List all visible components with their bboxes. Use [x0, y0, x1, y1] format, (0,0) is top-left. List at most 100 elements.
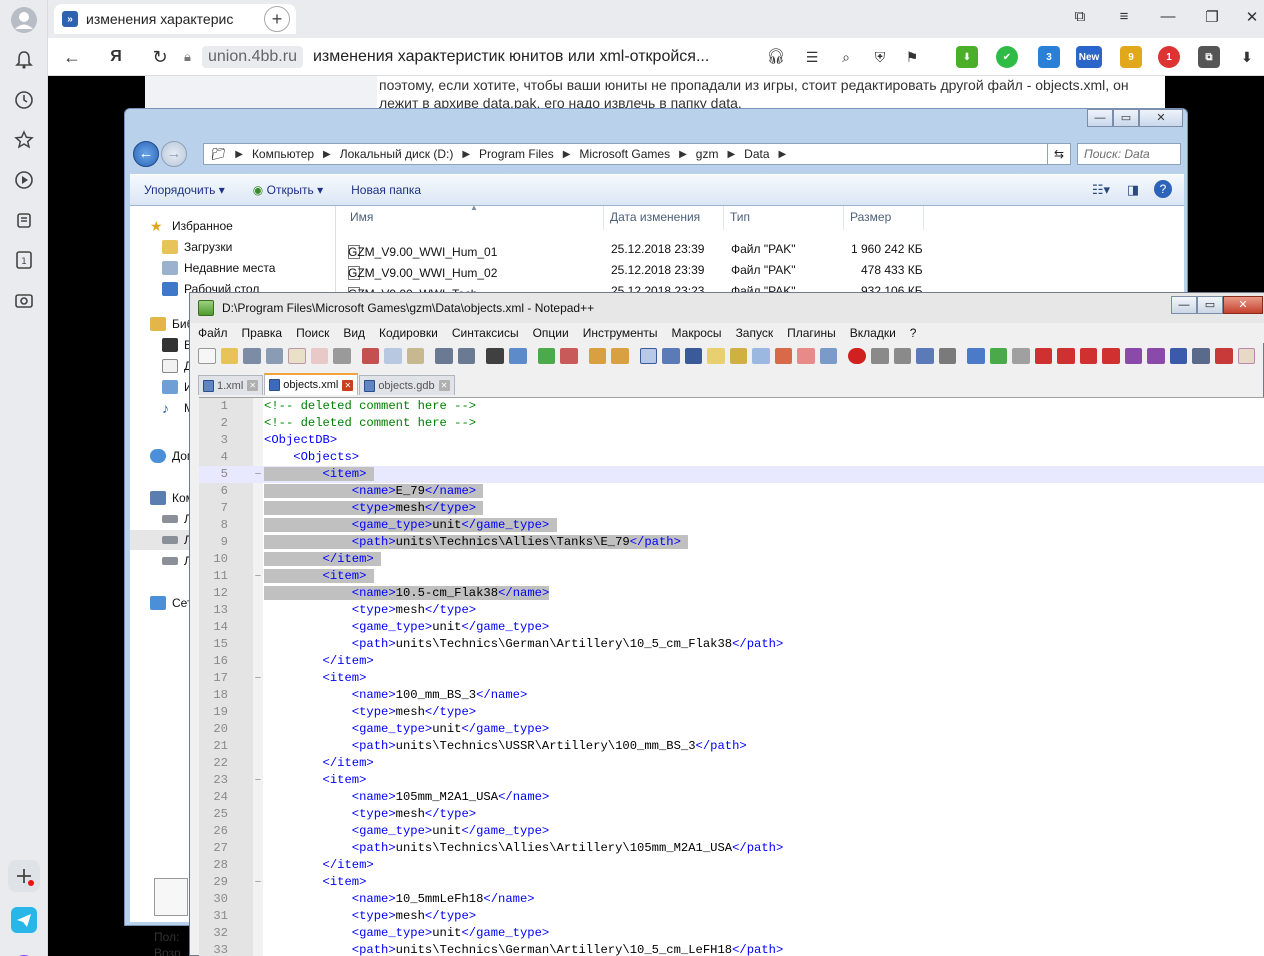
compare-prev-icon[interactable]	[1169, 348, 1188, 364]
code-line[interactable]: 25 <type>mesh</type>	[199, 806, 1264, 823]
close-tab-icon[interactable]: ✕	[247, 380, 259, 391]
code-line[interactable]: 12 <name>10.5-cm_Flak38</name>	[199, 585, 1264, 602]
doc-map-icon[interactable]	[729, 348, 748, 364]
word-wrap-icon[interactable]	[639, 348, 658, 364]
code-line[interactable]: 14 <game_type>unit</game_type>	[199, 619, 1264, 636]
code-line[interactable]: 11 <item> —	[199, 568, 1264, 585]
headphones-icon[interactable]: 🎧︎	[764, 46, 788, 68]
open-file-icon[interactable]	[220, 348, 239, 364]
protect-icon[interactable]: ⛨	[868, 46, 892, 68]
fold-toggle-icon[interactable]: —	[254, 466, 262, 483]
code-line[interactable]: 22 </item>	[199, 755, 1264, 772]
code-line[interactable]: 8 <game_type>unit</game_type>	[199, 517, 1264, 534]
cut-icon[interactable]	[361, 348, 380, 364]
save-macro-icon[interactable]	[938, 348, 957, 364]
print-icon[interactable]	[333, 348, 351, 364]
next-bookmark-icon[interactable]	[1079, 348, 1098, 364]
prev-bookmark-icon[interactable]	[1057, 348, 1075, 364]
tab-collections-icon[interactable]: ⧉	[1068, 8, 1092, 25]
code-line[interactable]: 16 </item>	[199, 653, 1264, 670]
menu-search[interactable]: Поиск	[288, 326, 335, 340]
alice-assistant-icon[interactable]	[8, 944, 40, 956]
extension-badge-3-icon[interactable]: 3	[1038, 46, 1060, 68]
record-macro-icon[interactable]	[848, 348, 867, 364]
yandex-logo-icon[interactable]: Я	[104, 46, 128, 68]
sync-vertical-icon[interactable]	[588, 348, 607, 364]
save-icon[interactable]	[243, 348, 261, 364]
close-window-icon[interactable]: ✕	[1240, 8, 1264, 26]
bookmark-flag-icon[interactable]: ⚑	[900, 46, 924, 68]
indent-guide-icon[interactable]	[684, 348, 703, 364]
menu-edit[interactable]: Правка	[234, 326, 289, 340]
browser-menu-icon[interactable]: ≡	[1112, 8, 1136, 25]
code-line[interactable]: 20 <game_type>unit</game_type>	[199, 721, 1264, 738]
code-line[interactable]: 18 <name>100_mm_BS_3</name>	[199, 687, 1264, 704]
menu-language[interactable]: Синтаксисы	[444, 326, 525, 340]
breadcrumb-item[interactable]: Компьютер	[245, 147, 321, 161]
reader-mode-icon[interactable]: ☰	[800, 46, 824, 68]
compare-icon[interactable]	[1124, 348, 1143, 364]
tab-objects-gdb[interactable]: objects.gdb ✕	[359, 375, 455, 395]
zoom-out-icon[interactable]	[560, 348, 578, 364]
code-line[interactable]: 4 <Objects>	[199, 449, 1264, 466]
replace-icon[interactable]	[509, 348, 527, 364]
add-panel-plus-icon[interactable]	[8, 860, 40, 892]
tree-item-network[interactable]: Сет	[150, 593, 192, 613]
column-header-size[interactable]: Размер	[844, 206, 924, 230]
fold-toggle-icon[interactable]: —	[254, 874, 262, 891]
explorer-breadcrumb[interactable]: 📁︎ ▶ Компьютер ▶ Локальный диск (D:) ▶ P…	[203, 143, 1071, 165]
redo-icon[interactable]	[457, 348, 476, 364]
back-arrow-icon[interactable]: ←	[60, 46, 84, 68]
close-all-icon[interactable]	[310, 348, 329, 364]
code-line[interactable]: 5 <item> —	[199, 466, 1264, 483]
new-tab-plus-icon[interactable]: +	[264, 6, 290, 32]
file-row[interactable]: GZM_V9.00_WWI_Hum_02 25.12.2018 23:39 Фа…	[348, 260, 1178, 281]
code-line[interactable]: 19 <type>mesh</type>	[199, 704, 1264, 721]
preview-eye-icon[interactable]	[819, 348, 838, 364]
restore-window-icon[interactable]: ❐	[1200, 8, 1224, 26]
code-line[interactable]: 10 </item>	[199, 551, 1264, 568]
fold-toggle-icon[interactable]: —	[254, 568, 262, 585]
show-all-chars-icon[interactable]	[662, 348, 680, 364]
code-line[interactable]: 24 <name>105mm_M2A1_USA</name>	[199, 789, 1264, 806]
monitoring-icon[interactable]	[797, 348, 815, 364]
code-line[interactable]: 32 <game_type>unit</game_type>	[199, 925, 1264, 942]
notifications-bell-icon[interactable]	[8, 44, 40, 76]
menu-plugins[interactable]: Плагины	[779, 326, 842, 340]
history-clock-icon[interactable]	[8, 84, 40, 116]
code-line[interactable]: 17 <item> —	[199, 670, 1264, 687]
video-play-icon[interactable]	[8, 164, 40, 196]
tree-item-libraries[interactable]: Биб	[150, 314, 193, 334]
save-all-icon[interactable]	[265, 348, 284, 364]
code-line[interactable]: 15 <path>units\Technics\German\Artillery…	[199, 636, 1264, 653]
function-list-icon[interactable]	[752, 348, 770, 364]
code-line[interactable]: 9 <path>units\Technics\Allies\Tanks\E_79…	[199, 534, 1264, 551]
code-line[interactable]: 31 <type>mesh</type>	[199, 908, 1264, 925]
code-editor[interactable]: 1 <!-- deleted comment here --> 2 <!-- dele…	[199, 397, 1264, 956]
folder-as-workspace-icon[interactable]	[774, 348, 793, 364]
extensions-puzzle-icon[interactable]: ⧉	[1198, 46, 1220, 68]
code-line[interactable]: 28 </item>	[199, 857, 1264, 874]
tree-item-downloads[interactable]: Загрузки	[162, 237, 232, 257]
browser-tab-active[interactable]: » изменения характерис ✕	[54, 4, 296, 34]
bookmarks-star-icon[interactable]	[8, 124, 40, 156]
tree-item-computer[interactable]: Ком	[150, 488, 194, 508]
collections-icon[interactable]	[8, 204, 40, 236]
download-extension-icon[interactable]: ⬇	[956, 46, 978, 68]
url-field[interactable]: 🔒︎ union.4bb.ru изменения характеристик …	[184, 43, 764, 71]
first-bookmark-icon[interactable]	[1034, 348, 1053, 364]
breadcrumb-item[interactable]: Data	[737, 147, 776, 161]
menu-macro[interactable]: Макросы	[664, 326, 728, 340]
menu-window[interactable]: Вкладки	[842, 326, 902, 340]
breadcrumb-item[interactable]: Program Files	[472, 147, 561, 161]
close-tab-icon[interactable]: ✕	[438, 380, 450, 391]
new-file-icon[interactable]	[198, 348, 216, 364]
extension-badge-1-icon[interactable]: 1	[1158, 46, 1180, 68]
plugin-icon[interactable]	[1012, 348, 1030, 364]
xml-tools-icon[interactable]	[967, 348, 985, 364]
code-line[interactable]: 30 <name>10_5mmLeFh18</name>	[199, 891, 1264, 908]
zoom-in-icon[interactable]	[537, 348, 556, 364]
menu-view[interactable]: Вид	[335, 326, 371, 340]
last-bookmark-icon[interactable]	[1102, 348, 1120, 364]
explorer-forward-arrow-icon[interactable]: →	[161, 141, 187, 167]
